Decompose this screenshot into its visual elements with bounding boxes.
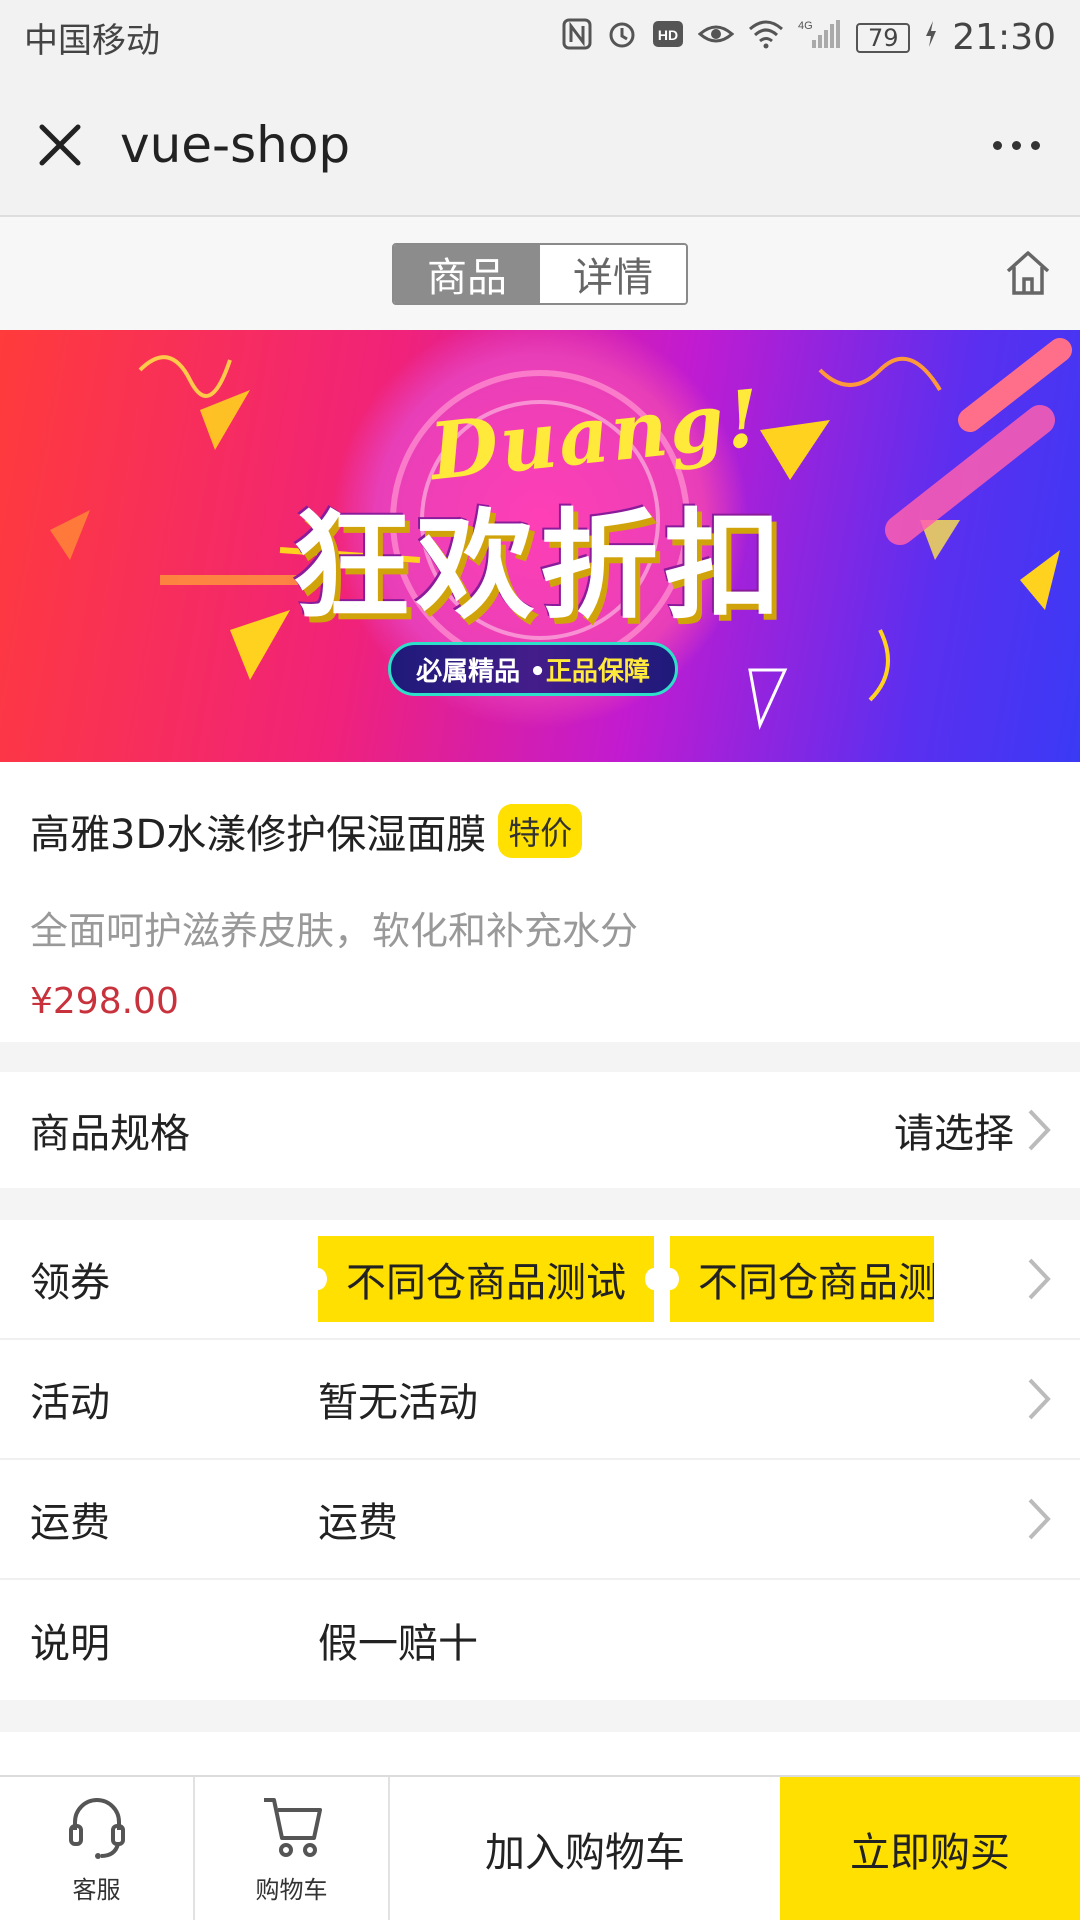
product-info: 高雅3D水漾修护保湿面膜 特价 全面呵护滋养皮肤，软化和补充水分 ¥298.00 [0,762,1080,1042]
note-value: 假一赔十 [318,1621,478,1667]
more-dot [1012,140,1021,150]
product-banner-image[interactable]: Duang! 狂欢折扣 必属精品 • 正品保障 [0,330,1080,762]
chevron-right-icon [1028,1498,1051,1540]
close-icon [39,124,81,166]
chevron-right-icon [1028,1109,1051,1151]
status-bar: 中国移动 HD 4G 79 21:30 [0,0,1080,75]
cart-button[interactable]: 购物车 [195,1777,390,1920]
chevron-right-icon [1028,1378,1051,1420]
add-to-cart-button[interactable]: 加入购物车 [390,1777,780,1920]
chevron-right-icon [1028,1258,1051,1300]
shipping-label: 运费 [30,1500,110,1546]
hd-icon: HD [652,20,684,56]
nfc-icon [562,18,592,58]
carrier-name: 中国移动 [24,21,160,61]
customer-service-label: 客服 [72,1876,121,1904]
svg-text:HD: HD [658,27,678,43]
battery-indicator: 79 [856,22,911,53]
signal-icon: 4G [798,18,842,58]
clock: 21:30 [952,17,1056,58]
webview-title-bar: vue-shop [0,75,1080,217]
home-button[interactable] [1002,247,1054,299]
coupon-row[interactable]: 领券 不同仓商品测试 不同仓商品测 [0,1220,1080,1338]
shipping-row[interactable]: 运费 运费 [0,1460,1080,1578]
activity-label: 活动 [30,1380,110,1426]
close-button[interactable] [0,75,120,215]
note-row: 说明 假一赔十 [0,1580,1080,1700]
status-icons: HD 4G 79 21:30 [562,17,1056,58]
home-icon [1006,251,1050,295]
buy-now-button[interactable]: 立即购买 [780,1777,1080,1920]
segmented-control: 商品 详情 [392,242,688,305]
banner-headline: 狂欢折扣 [291,497,788,635]
product-description: 全面呵护滋养皮肤，软化和补充水分 [30,909,639,953]
charging-icon [924,20,938,56]
special-price-badge: 特价 [498,804,583,858]
goods-tabs-header: 商品 详情 [0,217,1080,330]
coupon-tag[interactable]: 不同仓商品测试 [318,1236,663,1322]
coupon-label: 领券 [30,1260,110,1306]
coupon-tag[interactable]: 不同仓商品测 [670,1236,934,1322]
goods-action-bar: 客服 购物车 加入购物车 立即购买 [0,1775,1080,1920]
spec-select-row[interactable]: 商品规格 请选择 [0,1072,1080,1188]
spec-action: 请选择 [894,1111,1014,1157]
cart-icon [263,1798,322,1857]
page-title: vue-shop [120,116,351,174]
product-title: 高雅3D水漾修护保湿面膜 [30,812,487,858]
more-dot [1031,140,1040,150]
cart-label: 购物车 [255,1876,328,1904]
spec-label: 商品规格 [30,1111,190,1157]
coupon-list: 不同仓商品测试 不同仓商品测 [318,1236,970,1322]
product-price: ¥298.00 [30,981,179,1022]
alarm-icon [606,18,638,58]
tab-detail[interactable]: 详情 [540,244,686,303]
note-label: 说明 [30,1621,110,1667]
headset-icon [68,1798,125,1859]
shipping-value: 运费 [318,1500,398,1546]
activity-value: 暂无活动 [318,1380,478,1426]
customer-service-button[interactable]: 客服 [0,1777,195,1920]
banner-slogan-part2: 正品保障 [545,656,650,687]
product-title-row: 高雅3D水漾修护保湿面膜 特价 [30,802,1050,860]
tab-goods[interactable]: 商品 [394,244,540,303]
wifi-icon [748,19,784,57]
activity-row[interactable]: 活动 暂无活动 [0,1340,1080,1458]
more-menu-button[interactable] [993,75,1040,215]
svg-text:4G: 4G [798,20,813,32]
more-dot [993,140,1002,150]
eye-icon [697,20,735,56]
banner-slogan: 必属精品 • 正品保障 [388,642,678,696]
banner-slogan-part1: 必属精品 • [416,656,546,687]
